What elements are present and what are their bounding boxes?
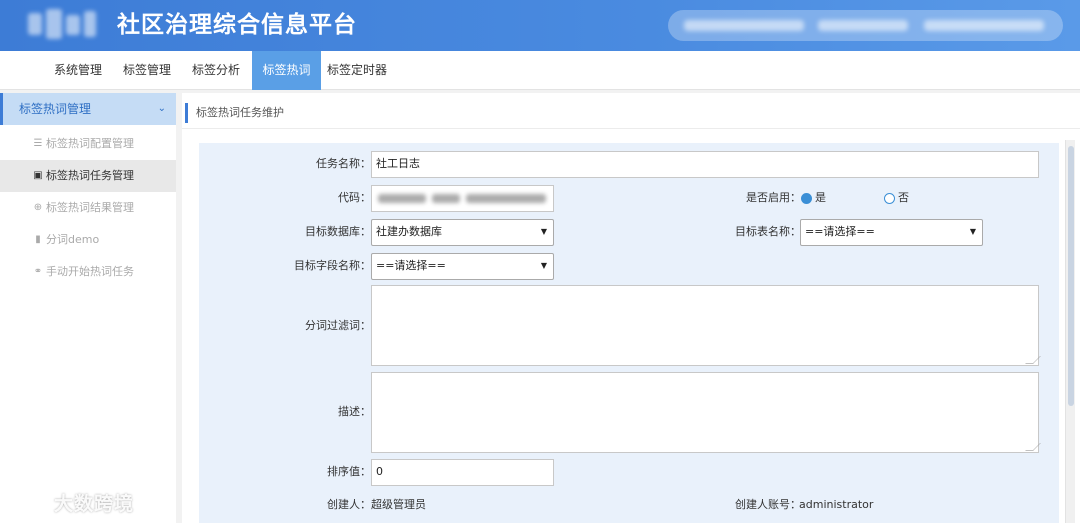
sidebar-item-label: 标签热词任务管理 — [46, 169, 134, 182]
sidebar-item-hotword-task[interactable]: ▣ 标签热词任务管理 — [0, 160, 176, 192]
target-table-select[interactable]: ==请选择== ▼ — [800, 219, 983, 246]
sidebar-item-segment-demo[interactable]: ▮ 分词demo — [0, 224, 176, 256]
sidebar-item-label: 标签热词结果管理 — [46, 201, 134, 214]
target-table-value: ==请选择== — [805, 225, 875, 238]
sidebar-item-manual-start[interactable]: ⚭ 手动开始热词任务 — [0, 256, 176, 288]
target-field-value: ==请选择== — [376, 259, 446, 272]
resize-handle-icon[interactable] — [1025, 356, 1041, 364]
breadcrumb: 标签热词任务维护 — [182, 101, 1080, 129]
caret-down-icon: ▼ — [540, 227, 547, 236]
vertical-scrollbar[interactable] — [1065, 140, 1075, 523]
link-icon: ⚭ — [33, 266, 43, 277]
task-name-input[interactable]: 社工日志 — [371, 151, 1039, 178]
breadcrumb-marker — [185, 103, 188, 123]
nav-tab-tag-timer[interactable]: 标签定时器 — [321, 51, 393, 90]
top-nav: 系统管理 标签管理 标签分析 标签热词 标签定时器 — [0, 51, 1080, 90]
creator-label: 创建人： — [327, 498, 371, 511]
enabled-label: 是否启用： — [746, 191, 801, 204]
app-header: 社区治理综合信息平台 — [0, 0, 1080, 51]
enabled-yes-label[interactable]: 是 — [815, 185, 826, 211]
creator-account-value: administrator — [799, 498, 874, 511]
scrollbar-thumb[interactable] — [1068, 146, 1074, 406]
chevron-down-icon: ⌄ — [157, 103, 166, 114]
target-field-select[interactable]: ==请选择== ▼ — [371, 253, 554, 280]
sidebar: 标签热词管理 ⌄ ☰ 标签热词配置管理 ▣ 标签热词任务管理 ⊕ 标签热词结果管… — [0, 93, 176, 523]
enabled-no-label[interactable]: 否 — [898, 185, 909, 211]
watermark: 大数跨境 — [10, 490, 150, 518]
sort-input[interactable]: 0 — [371, 459, 554, 486]
nav-tab-system[interactable]: 系统管理 — [44, 51, 112, 90]
caret-down-icon: ▼ — [540, 261, 547, 270]
sidebar-item-label: 标签热词配置管理 — [46, 137, 134, 150]
description-label: 描述： — [338, 405, 371, 418]
watermark-logo-icon — [10, 496, 49, 514]
target-field-label: 目标字段名称： — [294, 259, 371, 272]
sidebar-item-hotword-result[interactable]: ⊕ 标签热词结果管理 — [0, 192, 176, 224]
sidebar-item-hotword-config[interactable]: ☰ 标签热词配置管理 — [0, 128, 176, 160]
sidebar-item-label: 分词demo — [46, 233, 100, 246]
filter-words-label: 分词过滤词： — [305, 319, 371, 332]
task-name-label: 任务名称： — [316, 157, 371, 170]
target-db-value: 社建办数据库 — [376, 225, 442, 238]
globe-icon: ⊕ — [33, 202, 43, 213]
watermark-text: 大数跨境 — [54, 493, 135, 515]
target-db-select[interactable]: 社建办数据库 ▼ — [371, 219, 554, 246]
code-label: 代码： — [338, 191, 371, 204]
breadcrumb-title: 标签热词任务维护 — [196, 106, 284, 119]
enabled-yes-radio[interactable] — [801, 193, 812, 204]
list-icon: ☰ — [33, 138, 43, 149]
sidebar-group-label: 标签热词管理 — [19, 102, 92, 116]
bookmark-icon: ▮ — [35, 234, 41, 245]
description-textarea[interactable] — [371, 372, 1041, 453]
nav-tab-tag-hotwords[interactable]: 标签热词 — [252, 51, 321, 90]
app-logo — [28, 9, 98, 41]
creator-account-label: 创建人账号： — [735, 498, 801, 511]
enabled-no-radio[interactable] — [884, 193, 895, 204]
sort-label: 排序值： — [327, 465, 371, 478]
task-form: 任务名称： 社工日志 代码： 是否启用： 是 否 目标数据库： 社建办数据库 ▼… — [199, 143, 1059, 523]
sidebar-item-label: 手动开始热词任务 — [46, 265, 134, 278]
filter-words-textarea[interactable] — [371, 285, 1041, 366]
nav-tab-tag-analysis[interactable]: 标签分析 — [182, 51, 250, 90]
sidebar-group-header[interactable]: 标签热词管理 ⌄ — [0, 93, 176, 125]
target-table-label: 目标表名称： — [735, 225, 801, 238]
main-content: 标签热词任务维护 任务名称： 社工日志 代码： 是否启用： 是 否 目标数据库：… — [182, 93, 1080, 523]
target-db-label: 目标数据库： — [305, 225, 371, 238]
code-input[interactable] — [371, 185, 554, 212]
resize-handle-icon[interactable] — [1025, 443, 1041, 451]
nav-tab-tag-management[interactable]: 标签管理 — [113, 51, 181, 90]
caret-down-icon: ▼ — [969, 227, 976, 236]
cube-icon: ▣ — [33, 170, 43, 181]
app-title: 社区治理综合信息平台 — [117, 12, 357, 38]
creator-value: 超级管理员 — [371, 498, 426, 511]
header-user-area[interactable] — [668, 10, 1063, 41]
